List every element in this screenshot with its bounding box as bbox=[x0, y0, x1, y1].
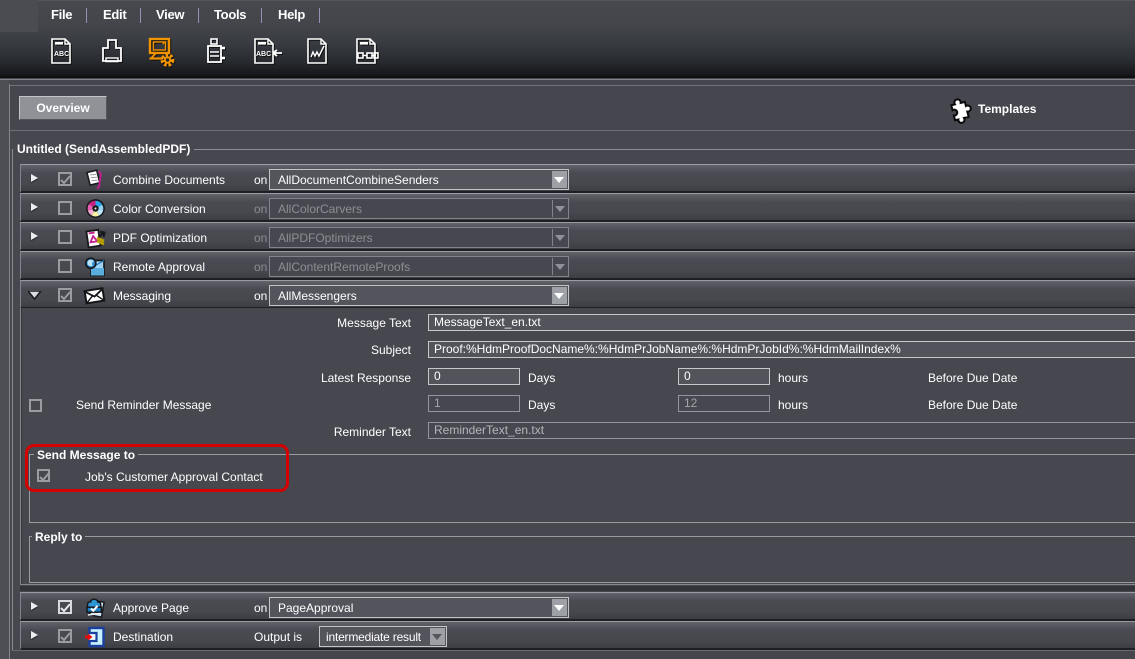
svg-text:ABC: ABC bbox=[256, 51, 271, 58]
svg-text:ABC: ABC bbox=[54, 51, 69, 58]
